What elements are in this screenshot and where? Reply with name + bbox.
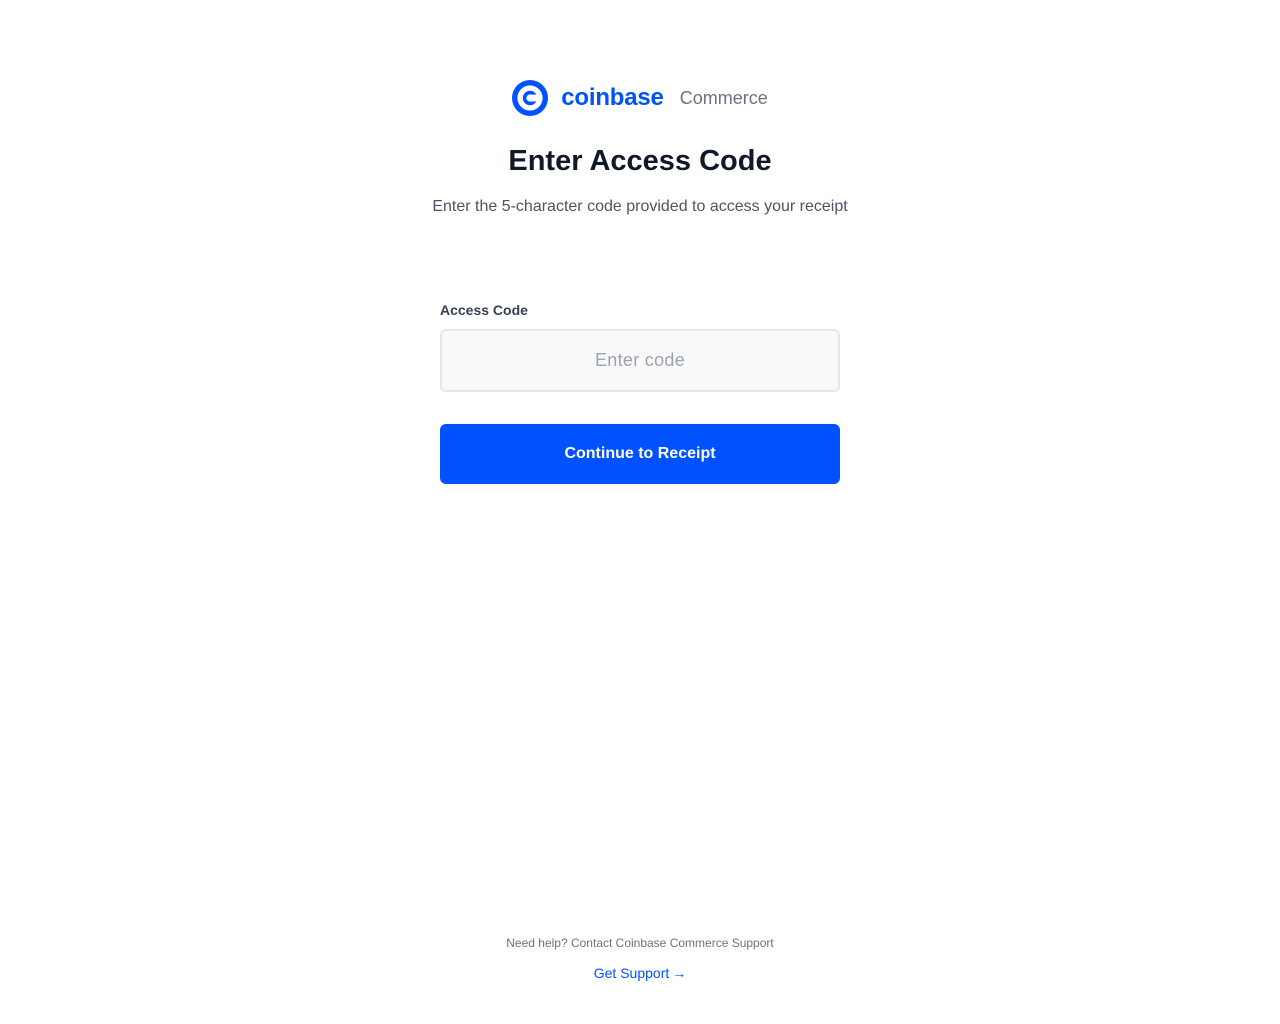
brand-header: coinbase Commerce xyxy=(0,80,1280,116)
page-title: Enter Access Code xyxy=(508,145,772,177)
continue-to-receipt-button[interactable]: Continue to Receipt xyxy=(440,424,840,484)
help-text: Need help? Contact Coinbase Commerce Sup… xyxy=(506,936,774,950)
product-name: Commerce xyxy=(679,88,768,108)
get-support-link[interactable]: Get Support → xyxy=(594,963,687,983)
footer: Need help? Contact Coinbase Commerce Sup… xyxy=(0,934,1280,983)
access-code-label: Access Code xyxy=(440,302,528,318)
access-code-page: coinbase Commerce Enter Access Code Ente… xyxy=(0,0,1280,1024)
arrow-right-icon: → xyxy=(672,965,687,981)
access-code-input[interactable] xyxy=(440,329,840,392)
get-support-label: Get Support xyxy=(593,965,670,981)
page-subtitle: Enter the 5-character code provided to a… xyxy=(432,198,848,215)
access-code-form: Access Code Continue to Receipt xyxy=(440,300,840,484)
coinbase-logo-icon xyxy=(512,80,549,116)
brand-wordmark: coinbase xyxy=(561,84,664,111)
